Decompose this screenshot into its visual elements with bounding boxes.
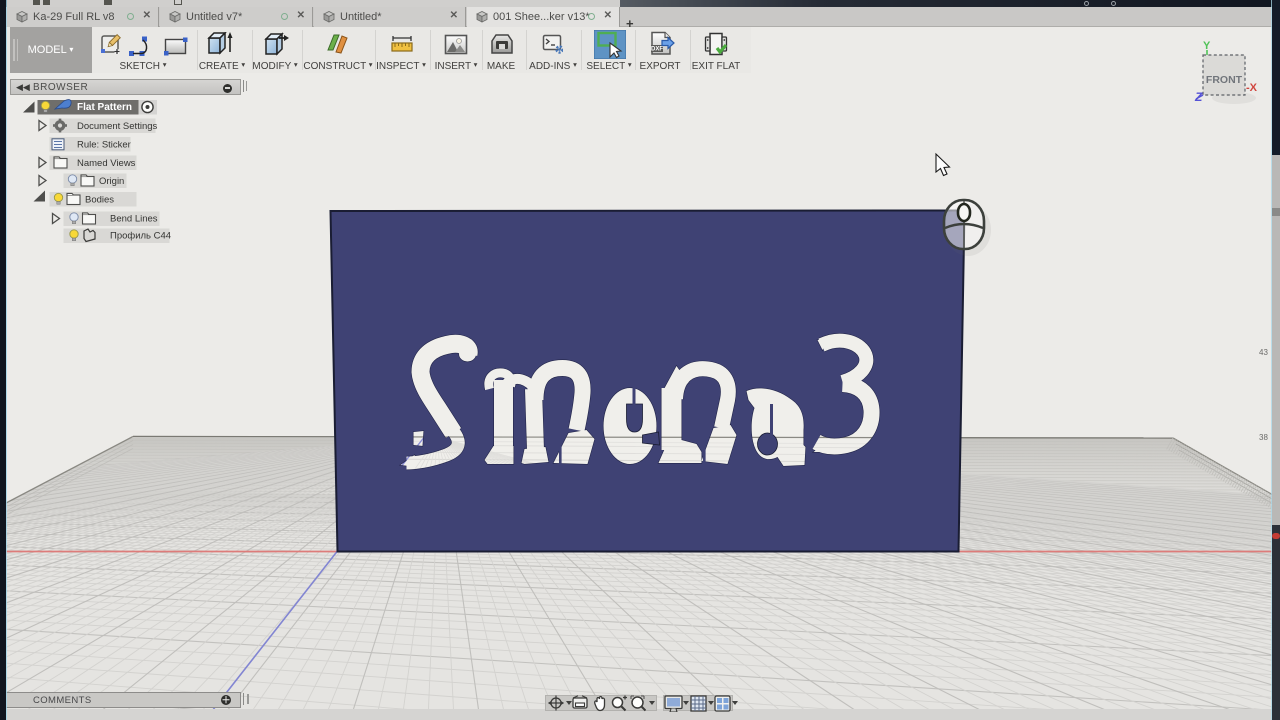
svg-text:Named Views: Named Views xyxy=(77,158,136,169)
svg-text:Профиль C44: Профиль C44 xyxy=(110,231,171,242)
svg-text:Document Settings: Document Settings xyxy=(77,121,158,132)
svg-text:DXF: DXF xyxy=(651,47,663,53)
svg-text:Flat Pattern: Flat Pattern xyxy=(77,102,132,113)
svg-text:Origin: Origin xyxy=(99,176,124,187)
svg-text:-X: -X xyxy=(1246,82,1258,94)
svg-text:FRONT: FRONT xyxy=(1206,74,1243,86)
svg-text:Bend Lines: Bend Lines xyxy=(110,214,158,225)
svg-text:Bodies: Bodies xyxy=(85,195,114,206)
svg-text:Rule: Sticker: Rule: Sticker xyxy=(77,140,131,151)
